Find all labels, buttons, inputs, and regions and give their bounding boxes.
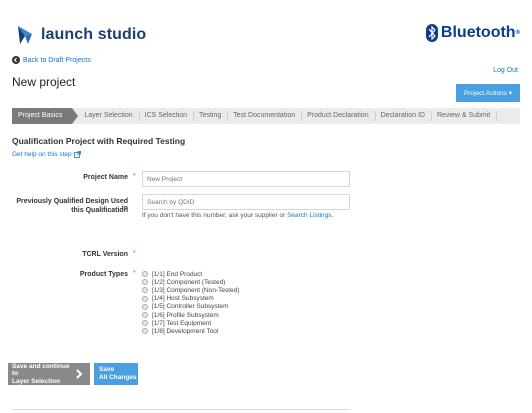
radio-button[interactable] — [142, 328, 148, 335]
tab-testing[interactable]: Testing — [193, 108, 229, 124]
brand-name: launch studio — [41, 26, 147, 43]
search-listings-link[interactable]: Search Listings — [287, 212, 331, 219]
qdid-search-input[interactable] — [142, 194, 350, 210]
save-all-changes-button[interactable]: Save All Changes — [94, 363, 138, 385]
qdid-label-line2: this Qualification — [71, 207, 128, 214]
product-type-option[interactable]: [1/7] Test Equipment — [142, 319, 239, 327]
tab-product-declaration[interactable]: Product Declaration — [301, 108, 377, 124]
section-title: Qualification Project with Required Test… — [12, 136, 186, 146]
product-type-option[interactable]: [1/2] Component (Tested) — [142, 278, 239, 286]
tab-layer-selection[interactable]: Layer Selection — [78, 108, 140, 124]
required-marker: * — [133, 173, 136, 180]
option-label: [1/2] Component (Tested) — [152, 278, 226, 286]
option-label: [1/8] Development Tool — [152, 327, 219, 335]
radio-button[interactable] — [142, 271, 148, 278]
required-marker: * — [133, 250, 136, 257]
external-link-icon — [73, 151, 81, 158]
continue-label-line2: Layer Selection — [12, 377, 61, 385]
launch-studio-logo[interactable]: launch studio — [16, 24, 146, 46]
product-type-option[interactable]: [1/5] Controller Subsystem — [142, 303, 239, 311]
help-link-label: Get help on this step — [12, 151, 72, 158]
radio-button[interactable] — [142, 295, 148, 302]
step-tabs: Project Basics Layer Selection ICS Selec… — [12, 108, 520, 124]
bluetooth-logo: Bluetooth ® — [425, 24, 520, 42]
arrow-left-circle-icon — [12, 56, 20, 64]
tab-review-submit[interactable]: Review & Submit — [431, 108, 498, 124]
partner-mark: ® — [515, 30, 520, 36]
chevron-right-icon — [76, 369, 83, 379]
save-label-line1: Save — [99, 366, 115, 373]
qdid-hint: If you don't have this number, ask your … — [142, 212, 333, 219]
radio-button[interactable] — [142, 287, 148, 294]
back-link-label: Back to Draft Projects — [23, 56, 91, 64]
launch-studio-logo-icon — [18, 26, 32, 44]
product-types-radio-group: [1/1] End Product [1/2] Component (Teste… — [142, 270, 239, 336]
page-title: New project — [12, 75, 76, 89]
option-label: [1/5] Controller Subsystem — [152, 303, 229, 311]
divider — [12, 409, 350, 410]
option-label: [1/4] Host Subsystem — [152, 295, 214, 303]
product-type-option[interactable]: [1/6] Profile Subsystem — [142, 311, 239, 319]
product-type-option[interactable]: [1/4] Host Subsystem — [142, 295, 239, 303]
continue-button-label: Save and continue to Layer Selection — [8, 363, 74, 386]
qdid-hint-suffix: . — [331, 212, 334, 219]
tab-ics-selection[interactable]: ICS Selection — [139, 108, 195, 124]
project-name-input[interactable] — [142, 171, 350, 187]
option-label: [1/3] Component (Non-Tested) — [152, 286, 240, 294]
bluetooth-icon — [425, 24, 438, 42]
tab-project-basics[interactable]: Project Basics — [12, 108, 79, 124]
tcrl-version-label: TCRL Version — [82, 251, 128, 258]
help-link[interactable]: Get help on this step — [12, 151, 81, 158]
product-type-option[interactable]: [1/8] Development Tool — [142, 327, 239, 335]
radio-button[interactable] — [142, 303, 148, 310]
save-and-continue-button[interactable]: Save and continue to Layer Selection — [8, 363, 90, 385]
product-type-option[interactable]: [1/1] End Product — [142, 270, 239, 278]
tab-declaration-id[interactable]: Declaration ID — [375, 108, 433, 124]
continue-label-line1: Save and continue to — [12, 362, 70, 378]
log-out-link[interactable]: Log Out — [493, 67, 518, 74]
radio-button[interactable] — [142, 320, 148, 327]
qdid-hint-text: If you don't have this number, ask your … — [142, 212, 286, 219]
option-label: [1/1] End Product — [152, 270, 203, 278]
tab-test-documentation[interactable]: Test Documentation — [227, 108, 302, 124]
option-label: [1/6] Profile Subsystem — [152, 311, 219, 319]
radio-button[interactable] — [142, 312, 148, 319]
partner-name: Bluetooth — [440, 24, 516, 41]
option-label: [1/7] Test Equipment — [152, 319, 212, 327]
required-marker: * — [133, 270, 136, 277]
save-label-line2: All Changes — [99, 373, 137, 381]
radio-button[interactable] — [142, 279, 148, 286]
back-to-drafts-link[interactable]: Back to Draft Projects — [12, 56, 91, 64]
project-name-label: Project Name — [83, 174, 128, 181]
product-types-label: Product Types — [79, 271, 128, 278]
product-type-option[interactable]: [1/3] Component (Non-Tested) — [142, 286, 239, 294]
project-actions-button[interactable]: Project Actions ▾ — [456, 84, 520, 102]
